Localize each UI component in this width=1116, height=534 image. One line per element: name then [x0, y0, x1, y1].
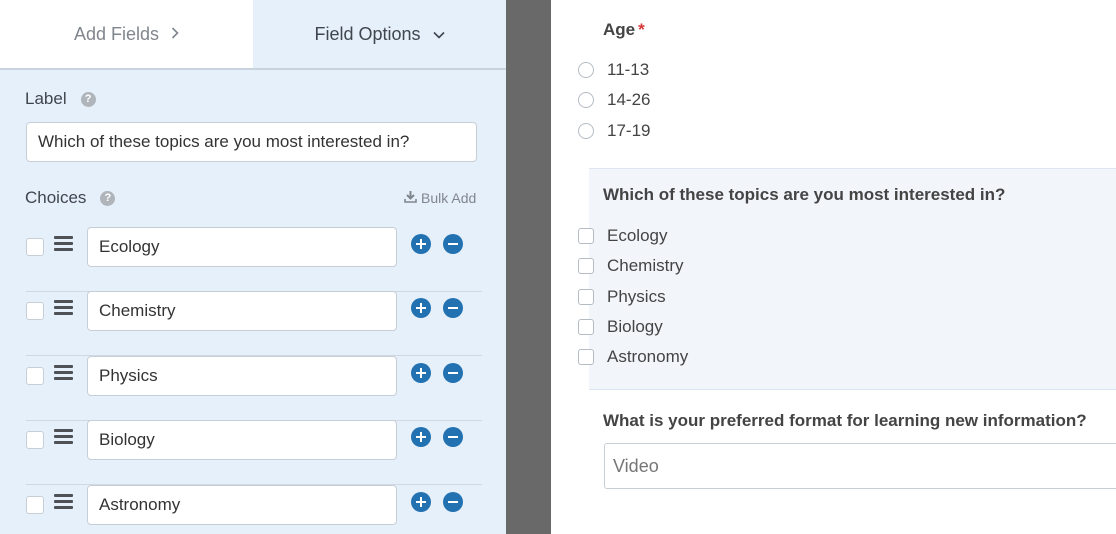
minus-circle-icon[interactable] [443, 492, 463, 512]
plus-circle-icon[interactable] [411, 492, 431, 512]
drag-handle-icon[interactable] [54, 429, 73, 444]
required-marker: * [638, 20, 645, 39]
age-option[interactable]: 14-26 [578, 89, 651, 111]
bulk-add-link[interactable]: Bulk Add [404, 188, 476, 208]
minus-circle-icon[interactable] [443, 298, 463, 318]
download-icon [404, 190, 421, 206]
radio-button[interactable] [578, 123, 594, 139]
checkbox[interactable] [578, 258, 594, 274]
topic-option-label: Chemistry [607, 256, 684, 275]
choice-default-checkbox[interactable] [26, 431, 44, 449]
topic-option[interactable]: Chemistry [578, 255, 684, 277]
format-input[interactable] [604, 443, 1116, 489]
choices-heading: Choices [25, 188, 87, 207]
checkbox[interactable] [578, 228, 594, 244]
radio-button[interactable] [578, 92, 594, 108]
form-preview: Age * 11-13 14-26 17-19 Which of these to… [551, 0, 1116, 534]
chevron-down-icon [432, 26, 445, 43]
topic-option-label: Ecology [607, 226, 668, 245]
minus-circle-icon[interactable] [443, 234, 463, 254]
choice-input[interactable] [87, 485, 397, 525]
drag-handle-icon[interactable] [54, 365, 73, 380]
choice-row [26, 356, 482, 421]
plus-circle-icon[interactable] [411, 234, 431, 254]
choices-heading-row: Choices ? [25, 187, 116, 209]
checkbox[interactable] [578, 289, 594, 305]
tab-field-options[interactable]: Field Options [253, 0, 506, 68]
plus-circle-icon[interactable] [411, 363, 431, 383]
topic-option[interactable]: Biology [578, 316, 663, 338]
age-option-label: 11-13 [607, 60, 650, 79]
choice-row [26, 227, 482, 292]
drag-handle-icon[interactable] [54, 494, 73, 509]
drag-handle-icon[interactable] [54, 300, 73, 315]
age-option-label: 14-26 [607, 90, 651, 109]
panel-tabs: Add Fields Field Options [0, 0, 506, 70]
help-icon[interactable]: ? [100, 190, 116, 206]
radio-button[interactable] [578, 62, 594, 78]
age-option-label: 17-19 [607, 121, 651, 140]
minus-circle-icon[interactable] [443, 363, 463, 383]
label-heading-row: Label ? [25, 88, 96, 110]
checkbox[interactable] [578, 319, 594, 335]
choice-row [26, 291, 482, 356]
topic-option[interactable]: Physics [578, 286, 666, 308]
choice-input[interactable] [87, 291, 397, 331]
topic-option[interactable]: Ecology [578, 225, 668, 247]
checkbox[interactable] [578, 349, 594, 365]
age-option[interactable]: 17-19 [578, 120, 651, 142]
choice-default-checkbox[interactable] [26, 238, 44, 256]
choice-row [26, 420, 482, 485]
plus-circle-icon[interactable] [411, 427, 431, 447]
choice-default-checkbox[interactable] [26, 496, 44, 514]
minus-circle-icon[interactable] [443, 427, 463, 447]
tab-add-fields-label: Add Fields [73, 23, 160, 44]
age-title-text: Age [603, 20, 636, 39]
choice-input[interactable] [87, 356, 397, 396]
chevron-right-icon [171, 26, 179, 43]
bulk-add-label: Bulk Add [421, 190, 477, 206]
panel-divider [506, 0, 551, 534]
topic-option-label: Biology [607, 317, 663, 336]
choice-default-checkbox[interactable] [26, 302, 44, 320]
tab-add-fields[interactable]: Add Fields [0, 0, 253, 68]
age-field-title: Age * [603, 20, 645, 40]
topics-field-title: Which of these topics are you most inter… [603, 185, 1006, 204]
label-input[interactable] [26, 122, 477, 162]
help-icon[interactable]: ? [80, 91, 96, 107]
age-option[interactable]: 11-13 [578, 59, 650, 81]
choice-input[interactable] [87, 227, 397, 267]
drag-handle-icon[interactable] [54, 236, 73, 251]
choice-input[interactable] [87, 420, 397, 460]
topic-option[interactable]: Astronomy [578, 346, 689, 368]
label-heading: Label [25, 89, 67, 108]
topic-option-label: Physics [607, 287, 666, 306]
plus-circle-icon[interactable] [411, 298, 431, 318]
format-field-title: What is your preferred format for learni… [603, 411, 1087, 430]
choice-default-checkbox[interactable] [26, 367, 44, 385]
field-options-panel: Add Fields Field Options Label ? Choices… [0, 0, 506, 534]
choice-row [26, 485, 482, 534]
tab-field-options-label: Field Options [314, 23, 421, 44]
topic-option-label: Astronomy [607, 347, 689, 366]
